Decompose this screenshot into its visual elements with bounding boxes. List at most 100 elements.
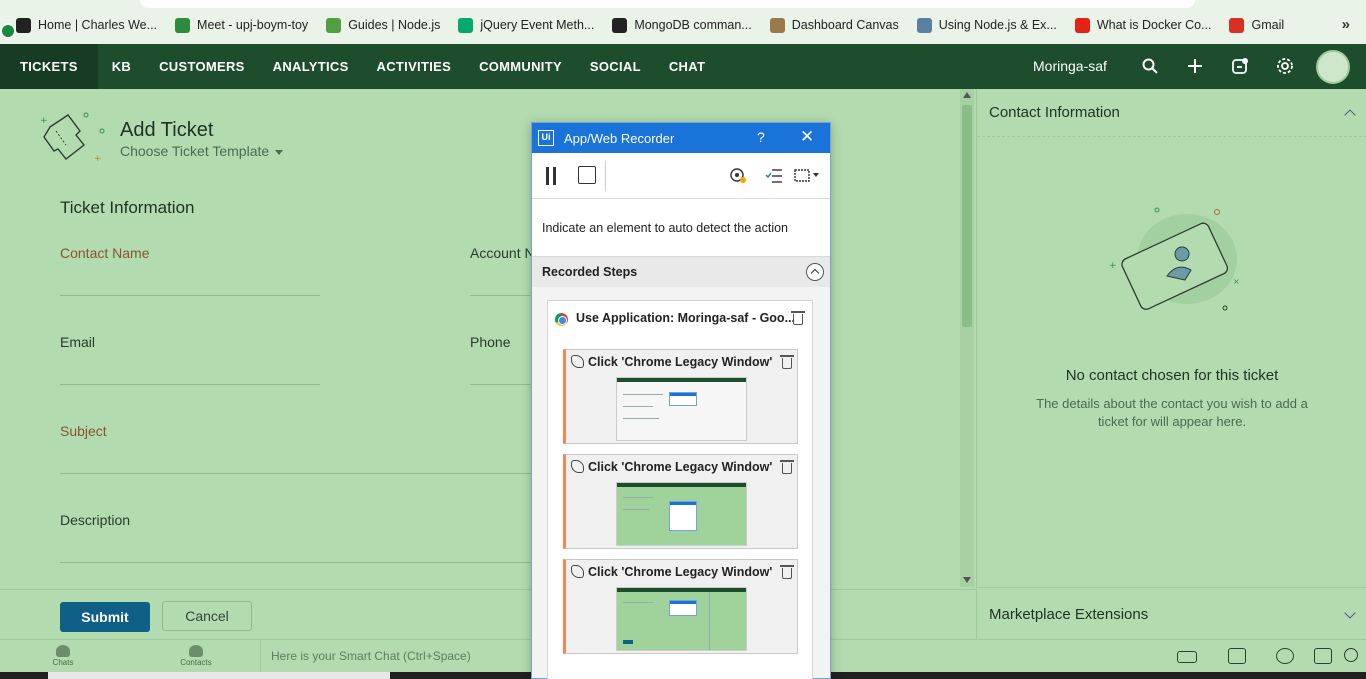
bookmark-item[interactable]: Dashboard Canvas [769,17,899,33]
bookmark-item[interactable]: MongoDB comman... [612,17,752,33]
contact-book-illustration-icon: + × [1109,207,1240,311]
chats-label: Chats [52,658,74,667]
recorded-step[interactable]: Click 'Chrome Legacy Window' [563,454,798,549]
collapse-steps-icon[interactable] [806,263,824,281]
tab-tickets[interactable]: TICKETS [0,44,98,89]
indicate-instruction: Indicate an element to auto detect the a… [532,199,830,257]
bookmarks-more-icon[interactable]: » [1342,16,1350,33]
application-step: Use Application: Moringa-saf - Goo... Cl… [547,300,813,679]
click-action-icon [571,355,584,368]
keyboard-icon[interactable] [1177,651,1197,663]
recorded-step[interactable]: Click 'Chrome Legacy Window' [563,349,798,444]
bookmark-label: Using Node.js & Ex... [938,18,1057,32]
github-icon [612,17,628,33]
svg-text:+: + [40,116,48,126]
expand-chevron-icon[interactable] [1344,607,1356,619]
tab-activities[interactable]: ACTIVITIES [363,44,466,89]
clock-icon[interactable] [1276,648,1294,664]
screen-capture-dropdown-icon[interactable] [794,167,820,184]
bookmark-item[interactable]: Using Node.js & Ex... [916,17,1057,33]
calendar-check-icon[interactable] [1228,648,1246,664]
tab-chat[interactable]: CHAT [655,44,719,89]
youtube-icon [1074,17,1090,33]
marketplace-header[interactable]: Marketplace Extensions [989,606,1148,623]
address-bar-edge [140,0,1195,8]
cancel-button[interactable]: Cancel [162,601,252,631]
save-icon[interactable] [578,166,596,184]
bookmark-item[interactable]: jQuery Event Meth... [458,17,594,33]
recorded-steps-label: Recorded Steps [542,265,638,279]
contact-name-label: Contact Name [60,245,150,261]
contacts-button[interactable]: Contacts [166,643,226,667]
canvas-icon [769,17,785,33]
bookmark-label: Dashboard Canvas [791,18,899,32]
taskbar-item[interactable] [48,672,390,679]
account-name-input[interactable] [470,295,532,296]
trash-icon[interactable] [791,311,805,325]
chats-button[interactable]: Chats [33,643,93,667]
notification-icon[interactable] [1231,57,1249,75]
thumbnail-line [623,418,659,419]
email-label: Email [60,334,96,350]
subject-input[interactable] [60,473,532,474]
tab-social[interactable]: SOCIAL [576,44,655,89]
submit-button[interactable]: Submit [60,602,150,632]
search-icon[interactable] [1141,57,1159,75]
bookmark-label: What is Docker Co... [1096,18,1212,32]
page-title: Add Ticket [120,119,214,141]
tab-customers[interactable]: CUSTOMERS [145,44,259,89]
bookmark-label: Guides | Node.js [348,18,441,32]
collapse-chevron-icon[interactable] [1344,109,1356,121]
checklist-icon[interactable] [765,167,783,184]
bookmark-item[interactable]: Meet - upj-boym-toy [175,17,308,33]
step-thumbnail [616,482,747,546]
bookmark-item[interactable]: Guides | Node.js [326,17,441,33]
search-icon[interactable] [1344,648,1358,662]
inbox-icon[interactable] [1314,648,1332,664]
trash-icon[interactable] [780,355,794,369]
trash-icon[interactable] [780,460,794,474]
tab-community[interactable]: COMMUNITY [465,44,576,89]
step-thumbnail [616,587,747,651]
trash-icon[interactable] [780,565,794,579]
no-contact-description: The details about the contact you wish t… [1036,396,1308,429]
gear-icon[interactable] [1276,57,1294,75]
contact-name-input[interactable] [60,295,320,296]
scroll-up-icon[interactable] [963,92,971,98]
phone-field[interactable] [470,384,532,385]
ticket-template-label: Choose Ticket Template [120,143,270,159]
application-step-header[interactable]: Use Application: Moringa-saf - Goo... [548,301,812,337]
pause-icon[interactable] [546,167,556,185]
tab-analytics[interactable]: ANALYTICS [259,44,363,89]
status-ring-icon [0,23,16,39]
avatar[interactable] [1316,50,1350,84]
recorded-step[interactable]: Click 'Chrome Legacy Window' [563,559,798,654]
uipath-logo-icon: Ui [538,130,554,146]
thumbnail-line [623,602,653,603]
ticket-template-dropdown[interactable]: Choose Ticket Template [120,143,284,159]
bookmark-label: Home | Charles We... [38,18,158,32]
bookmark-item[interactable]: What is Docker Co... [1074,17,1212,33]
scroll-thumb[interactable] [962,105,972,327]
bookmark-item[interactable]: Gmail [1229,17,1284,33]
description-input[interactable] [60,562,532,563]
bookmark-item[interactable]: Home | Charles We... [16,17,158,33]
recorder-title: App/Web Recorder [564,130,675,146]
plus-icon[interactable] [1186,57,1204,75]
tab-kb[interactable]: KB [98,44,145,89]
scroll-down-icon[interactable] [963,577,971,583]
caret-down-icon [275,149,284,155]
email-field[interactable] [60,384,320,385]
subject-label: Subject [60,423,107,439]
help-button[interactable]: ? [757,129,765,145]
org-name[interactable]: Moringa-saf [1033,58,1107,74]
target-icon[interactable] [729,167,747,184]
thumbnail-line [623,394,663,395]
recorder-titlebar[interactable]: Ui App/Web Recorder ? ✕ [532,123,830,153]
main-scrollbar[interactable] [960,89,974,587]
thumbnail-line [623,509,649,510]
svg-text:×: × [1233,277,1240,286]
step-label: Click 'Chrome Legacy Window' [588,565,773,579]
phone-label: Phone [470,334,511,350]
close-button[interactable]: ✕ [800,127,814,147]
